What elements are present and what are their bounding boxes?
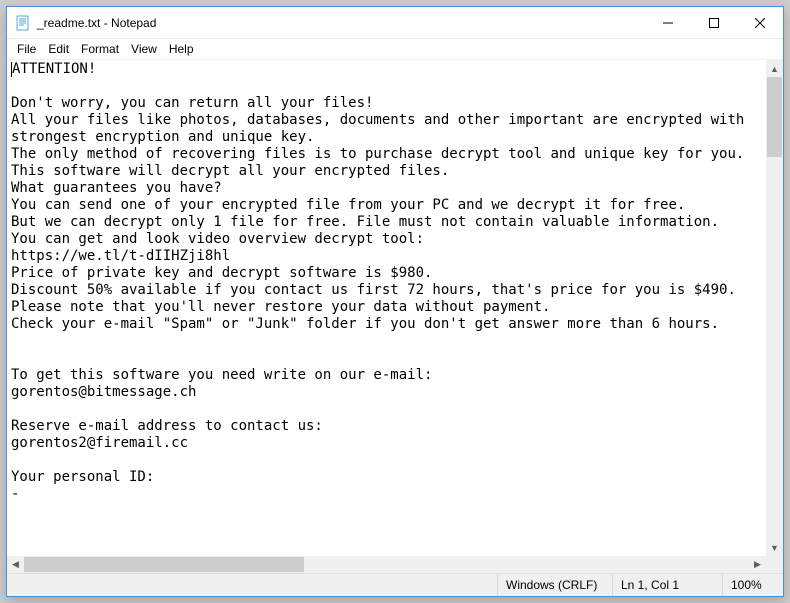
scroll-left-button[interactable]: ◀ (7, 556, 24, 573)
close-button[interactable] (737, 7, 783, 38)
scroll-up-button[interactable]: ▲ (766, 60, 783, 77)
status-encoding: Windows (CRLF) (498, 574, 613, 596)
menu-view[interactable]: View (125, 41, 163, 57)
notepad-icon (15, 15, 31, 31)
notepad-window: _readme.txt - Notepad File Edit Format V… (6, 6, 784, 597)
window-controls (645, 7, 783, 38)
editor-area: ATTENTION! Don't worry, you can return a… (7, 59, 783, 573)
text-editor[interactable]: ATTENTION! Don't worry, you can return a… (7, 60, 766, 556)
vertical-scroll-track[interactable] (766, 77, 783, 539)
scroll-corner (766, 556, 783, 573)
text-caret (11, 62, 12, 77)
menu-edit[interactable]: Edit (42, 41, 75, 57)
scroll-down-button[interactable]: ▼ (766, 539, 783, 556)
scroll-right-button[interactable]: ▶ (749, 556, 766, 573)
window-title: _readme.txt - Notepad (37, 16, 645, 30)
menubar: File Edit Format View Help (7, 39, 783, 59)
vertical-scrollbar[interactable]: ▲ ▼ (766, 60, 783, 556)
status-zoom: 100% (723, 574, 783, 596)
titlebar[interactable]: _readme.txt - Notepad (7, 7, 783, 39)
horizontal-scroll-thumb[interactable] (24, 557, 304, 572)
menu-format[interactable]: Format (75, 41, 125, 57)
vertical-scroll-thumb[interactable] (767, 77, 782, 157)
statusbar: Windows (CRLF) Ln 1, Col 1 100% (7, 573, 783, 596)
status-position: Ln 1, Col 1 (613, 574, 723, 596)
menu-help[interactable]: Help (163, 41, 200, 57)
status-spacer (7, 574, 498, 596)
horizontal-scroll-track[interactable] (24, 556, 749, 573)
maximize-button[interactable] (691, 7, 737, 38)
horizontal-scrollbar[interactable]: ◀ ▶ (7, 556, 766, 573)
minimize-button[interactable] (645, 7, 691, 38)
menu-file[interactable]: File (11, 41, 42, 57)
